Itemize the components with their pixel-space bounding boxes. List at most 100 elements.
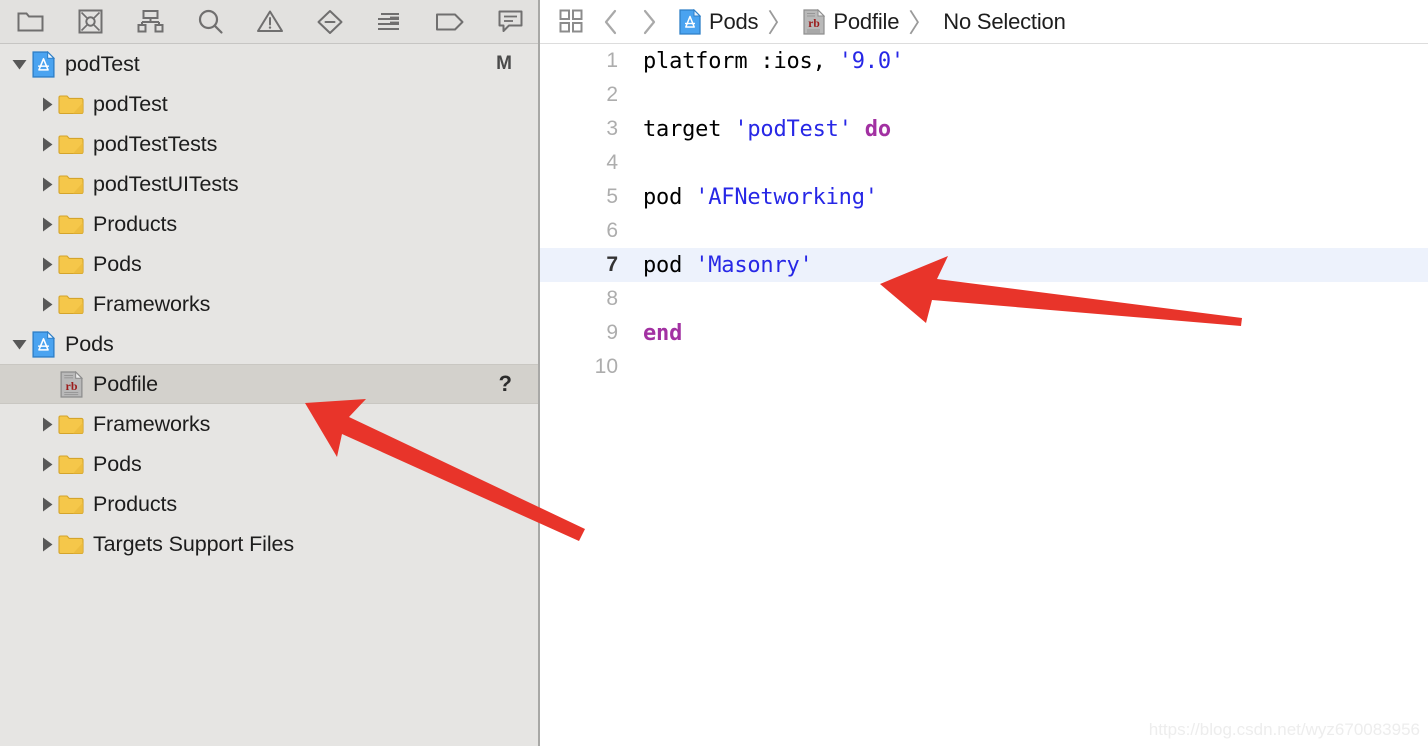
disclosure-triangle-closed-icon[interactable] (36, 176, 58, 193)
code-line[interactable]: 6 (540, 214, 1428, 248)
line-number: 10 (594, 355, 618, 378)
disclosure-triangle-closed-icon[interactable] (36, 256, 58, 273)
disclosure-triangle-closed-icon[interactable] (36, 456, 58, 473)
disclosure-triangle-closed-icon[interactable] (36, 136, 58, 153)
line-number: 3 (606, 117, 618, 140)
code-token: target (643, 116, 735, 142)
symbol-navigator-icon[interactable] (120, 0, 180, 43)
tree-row[interactable]: podTestTests (0, 124, 540, 164)
code-line[interactable]: 7 pod 'Masonry' (540, 248, 1428, 282)
tree-row-label: Products (93, 491, 178, 516)
svg-text:rb: rb (65, 378, 77, 392)
disclosure-triangle-closed-icon[interactable] (36, 496, 58, 513)
svg-text:rb: rb (809, 18, 821, 30)
xcode-project-icon (678, 8, 702, 35)
disclosure-triangle-closed-icon[interactable] (36, 296, 58, 313)
folder-icon (58, 211, 84, 237)
disclosure-triangle-closed-icon[interactable] (36, 536, 58, 553)
tree-row-label: Frameworks (93, 291, 211, 316)
navigator-selector-bar (0, 0, 540, 44)
breakpoint-navigator-icon[interactable] (420, 0, 480, 43)
code-line-text: platform :ios, '9.0' (618, 49, 904, 74)
code-line-text: pod 'AFNetworking' (618, 185, 878, 210)
project-navigator-panel: podTest M podTest podTestTests podTestUIT… (0, 0, 540, 746)
code-token: 'podTest' (734, 116, 852, 142)
folder-icon (58, 171, 84, 197)
tree-row-label: Products (93, 211, 178, 236)
breadcrumb-separator: 〉 (908, 8, 935, 38)
tree-row[interactable]: Frameworks (0, 404, 540, 444)
source-editor-panel: Pods 〉 rb Podfile 〉 No Selection 1 platf… (540, 0, 1428, 746)
tree-row-label: Pods (93, 251, 142, 276)
code-token: pod (643, 184, 696, 210)
line-number: 1 (606, 49, 618, 72)
ruby-file-icon: rb (802, 8, 826, 35)
report-navigator-icon[interactable] (360, 0, 420, 43)
tree-row[interactable]: podTest (0, 84, 540, 124)
issue-navigator-icon[interactable] (240, 0, 300, 43)
tree-row[interactable]: Frameworks (0, 284, 540, 324)
line-number: 7 (606, 253, 618, 276)
tree-row[interactable]: Pods (0, 444, 540, 484)
disclosure-triangle-closed-icon[interactable] (36, 96, 58, 113)
tree-row-label: podTestTests (93, 131, 218, 156)
tree-row-label: Frameworks (93, 411, 211, 436)
line-number: 5 (606, 185, 618, 208)
code-line[interactable]: 10 (540, 350, 1428, 384)
folder-icon (58, 411, 84, 437)
code-line[interactable]: 8 (540, 282, 1428, 316)
code-line[interactable]: 5 pod 'AFNetworking' (540, 180, 1428, 214)
tree-row[interactable]: podTestUITests (0, 164, 540, 204)
breadcrumb-label: Podfile (833, 8, 900, 34)
find-navigator-icon[interactable] (180, 0, 240, 43)
code-line[interactable]: 1 platform :ios, '9.0' (540, 44, 1428, 78)
modified-status-badge: M (496, 53, 512, 74)
xcode-project-icon (30, 50, 56, 78)
breadcrumb-item-podfile[interactable]: rb Podfile (802, 8, 900, 35)
line-number: 2 (606, 83, 618, 106)
line-number: 4 (606, 151, 618, 174)
navigate-back-button[interactable] (592, 5, 630, 39)
line-number: 8 (606, 287, 618, 310)
code-token: end (643, 320, 683, 346)
folder-icon (58, 451, 84, 477)
project-file-tree[interactable]: podTest M podTest podTestTests podTestUIT… (0, 44, 540, 746)
tree-row-label: podTest (93, 91, 168, 116)
folder-icon (58, 291, 84, 317)
code-line[interactable]: 4 (540, 146, 1428, 180)
disclosure-triangle-closed-icon[interactable] (36, 216, 58, 233)
tree-row[interactable]: rb Podfile? (0, 364, 540, 404)
code-text-area[interactable]: 1 platform :ios, '9.0' 2 3 target 'podTest' … (540, 44, 1428, 746)
code-line-text: end (618, 321, 682, 346)
tree-row-label: Pods (65, 331, 114, 356)
line-number: 9 (606, 321, 618, 344)
tree-row[interactable]: Pods (0, 244, 540, 284)
tree-row[interactable]: Targets Support Files (0, 524, 540, 564)
breadcrumb-item-pods[interactable]: Pods (678, 8, 759, 35)
debug-navigator-icon[interactable] (480, 0, 540, 43)
tree-row-label: Targets Support Files (93, 531, 295, 556)
code-token: do (864, 116, 891, 142)
tree-row[interactable]: podTest M (0, 44, 540, 84)
disclosure-triangle-open-icon[interactable] (8, 336, 30, 353)
code-token: pod (643, 252, 696, 278)
disclosure-triangle-closed-icon[interactable] (36, 416, 58, 433)
code-line-text: target 'podTest' do (618, 117, 891, 142)
tree-row[interactable]: Products (0, 204, 540, 244)
code-line[interactable]: 9 end (540, 316, 1428, 350)
xcode-window: podTest M podTest podTestTests podTestUIT… (0, 0, 1428, 746)
disclosure-triangle-open-icon[interactable] (8, 56, 30, 73)
related-items-grid-icon[interactable] (554, 5, 588, 39)
navigate-forward-button[interactable] (630, 5, 668, 39)
project-navigator-icon[interactable] (0, 0, 60, 43)
code-line[interactable]: 2 (540, 78, 1428, 112)
unknown-status-badge: ? (498, 371, 512, 396)
tree-row[interactable]: Pods (0, 324, 540, 364)
tree-row[interactable]: Products (0, 484, 540, 524)
test-navigator-icon[interactable] (300, 0, 360, 43)
code-line[interactable]: 3 target 'podTest' do (540, 112, 1428, 146)
source-control-navigator-icon[interactable] (60, 0, 120, 43)
breadcrumb-item-no-selection[interactable]: No Selection (943, 9, 1066, 35)
code-token: platform :ios, (643, 48, 839, 74)
tree-row-label: podTestUITests (93, 171, 239, 196)
